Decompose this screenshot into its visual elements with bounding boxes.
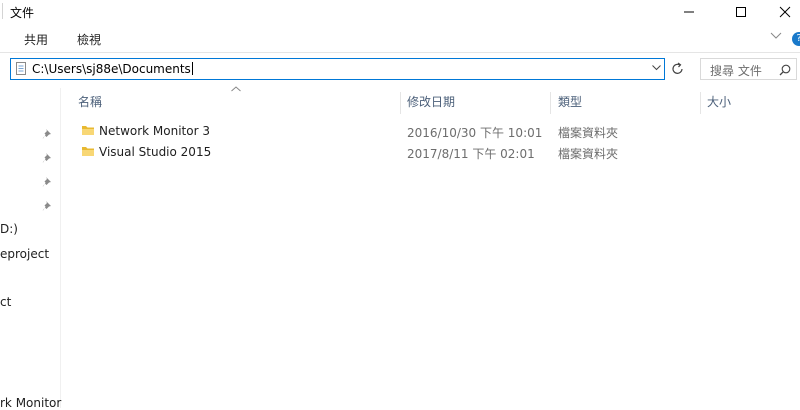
tab-view[interactable]: 檢視: [77, 31, 101, 48]
pin-icon[interactable]: [42, 128, 54, 140]
nav-item-ct[interactable]: ct: [0, 295, 11, 309]
file-name: Visual Studio 2015: [99, 145, 212, 159]
address-path[interactable]: C:\Users\sj88e\Documents: [32, 62, 193, 76]
file-type: 檔案資料夾: [558, 126, 619, 140]
document-icon: [16, 62, 26, 75]
ribbon-expand-icon[interactable]: [770, 32, 782, 40]
column-divider[interactable]: [700, 92, 701, 114]
file-row[interactable]: Network Monitor 3 2016/10/30 下午 10:01 檔案…: [75, 121, 800, 142]
column-header-modified[interactable]: 修改日期: [407, 93, 455, 115]
minimize-button[interactable]: [666, 0, 712, 24]
folder-icon: [82, 126, 94, 135]
pin-icon[interactable]: [42, 200, 54, 212]
search-icon[interactable]: [779, 64, 791, 76]
title-separator: [2, 3, 3, 19]
search-box[interactable]: 搜尋 文件: [700, 58, 797, 80]
maximize-button[interactable]: [718, 0, 764, 24]
column-header-name[interactable]: 名稱: [78, 93, 102, 115]
minimize-icon: [684, 11, 694, 13]
file-name: Network Monitor 3: [99, 124, 210, 138]
refresh-button[interactable]: [668, 58, 688, 80]
tab-share[interactable]: 共用: [24, 31, 48, 48]
window-title: 文件: [10, 6, 35, 20]
navigation-pane: D:) eproject ct rk Monitor: [0, 88, 61, 410]
file-type: 檔案資料夾: [558, 147, 619, 161]
help-icon[interactable]: ?: [792, 32, 800, 46]
column-header-type[interactable]: 類型: [558, 93, 582, 115]
title-bar: 文件: [0, 0, 800, 24]
search-placeholder: 搜尋 文件: [710, 64, 762, 78]
text-caret: [191, 62, 193, 75]
ribbon-divider: [0, 52, 800, 53]
pin-icon[interactable]: [42, 152, 54, 164]
nav-item-drive-d[interactable]: D:): [0, 222, 18, 236]
file-row[interactable]: Visual Studio 2015 2017/8/11 下午 02:01 檔案…: [75, 142, 800, 163]
folder-icon: [82, 147, 94, 156]
column-divider[interactable]: [550, 92, 551, 114]
column-header-size[interactable]: 大小: [707, 93, 731, 115]
sort-ascending-icon: [231, 86, 241, 92]
nav-item-project[interactable]: eproject: [0, 247, 49, 261]
column-divider[interactable]: [400, 92, 401, 114]
file-modified: 2017/8/11 下午 02:01: [407, 147, 535, 161]
ribbon: 共用 檢視: [0, 24, 800, 52]
refresh-icon: [672, 62, 683, 74]
address-bar[interactable]: C:\Users\sj88e\Documents: [10, 58, 665, 80]
chevron-down-icon[interactable]: [652, 65, 661, 71]
maximize-icon: [736, 7, 746, 17]
close-icon: [779, 6, 791, 18]
close-button[interactable]: [762, 0, 800, 24]
pin-icon[interactable]: [42, 176, 54, 188]
address-path-text: C:\Users\sj88e\Documents: [32, 62, 191, 76]
file-modified: 2016/10/30 下午 10:01: [407, 126, 543, 140]
